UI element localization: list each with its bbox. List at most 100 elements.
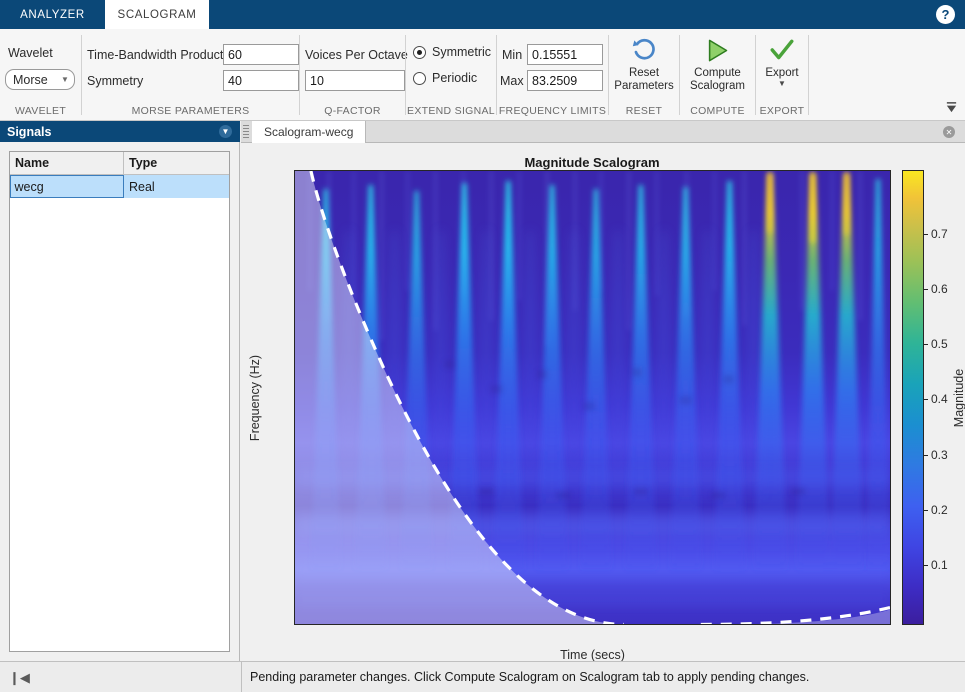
y-tick-minor <box>294 180 295 181</box>
close-icon[interactable]: ✕ <box>943 126 955 138</box>
y-tick-minor <box>294 480 295 481</box>
reset-parameters-button[interactable]: Reset Parameters <box>609 33 679 100</box>
wavelet-select[interactable]: Morse ▼ <box>5 69 75 90</box>
status-bar: ❙◀ Pending parameter changes. Click Comp… <box>0 661 965 692</box>
ribbon-section-q-factor: Voices Per Octave 10 Q-FACTOR <box>300 29 408 121</box>
compute-scalogram-button[interactable]: Compute Scalogram <box>680 33 755 100</box>
colorbar-tick-label: 0.2 <box>931 502 948 517</box>
y-tick-minor <box>294 237 295 238</box>
y-tick-minor <box>294 391 295 392</box>
colorbar-title: Magnitude <box>952 368 965 427</box>
y-tick-major <box>294 335 295 336</box>
freq-max-label: Max <box>500 74 524 88</box>
plot-title: Magnitude Scalogram <box>524 155 660 170</box>
voices-per-octave-input[interactable]: 10 <box>305 70 405 91</box>
column-header-type: Type <box>129 156 158 170</box>
signal-name-cell: wecg <box>10 175 124 198</box>
tab-scalogram[interactable]: SCALOGRAM <box>105 0 209 29</box>
colorbar-tick <box>923 288 928 290</box>
x-tick <box>297 624 298 625</box>
chevron-down-icon: ▼ <box>778 79 786 88</box>
freq-max-value: 83.2509 <box>532 73 578 88</box>
radio-unselected-icon <box>413 71 426 85</box>
green-check-icon <box>769 35 795 65</box>
signals-panel-header: Signals ▼ <box>0 121 240 142</box>
drag-grip-icon[interactable] <box>243 125 249 139</box>
document-tab-bar: Scalogram-wecg ✕ <box>241 121 965 143</box>
ribbon-section-extend-signal: Symmetric Periodic EXTEND SIGNAL <box>406 29 496 121</box>
colorbar-tick <box>923 454 928 456</box>
ribbon-section-compute: Compute Scalogram COMPUTE <box>680 29 755 121</box>
y-axis-title: Frequency (Hz) <box>248 354 263 441</box>
wavelet-section-label: WAVELET <box>14 105 67 117</box>
reset-section-label: RESET <box>625 105 663 117</box>
freq-max-input[interactable]: 83.2509 <box>527 70 603 91</box>
scalogram-axes[interactable]: 101 100 <box>294 170 891 625</box>
colorbar-tick-label: 0.1 <box>931 558 948 573</box>
colorbar-tick <box>923 565 928 567</box>
ribbon-divider <box>808 35 809 115</box>
voices-per-octave-label: Voices Per Octave <box>305 48 408 62</box>
x-tick <box>610 624 611 625</box>
document-area: Scalogram-wecg ✕ Magnitude Scalogram Fre… <box>241 121 965 662</box>
collapse-ribbon-icon[interactable] <box>944 101 959 117</box>
y-tick-minor <box>294 274 295 275</box>
colorbar-tick-label: 0.7 <box>931 226 948 241</box>
document-tab-scalogram-wecg[interactable]: Scalogram-wecg <box>252 121 367 143</box>
colorbar-tick-label: 0.6 <box>931 281 948 296</box>
wavelet-field-label: Wavelet <box>8 46 53 60</box>
y-tick-minor <box>294 577 295 578</box>
export-button[interactable]: Export ▼ <box>756 33 808 100</box>
x-tick <box>402 624 403 625</box>
y-tick-minor <box>294 610 295 611</box>
radio-periodic[interactable]: Periodic <box>413 71 477 85</box>
ribbon-section-export: Export ▼ EXPORT <box>756 29 808 121</box>
collapse-panel-icon[interactable]: ❙◀ <box>9 670 30 686</box>
radio-selected-icon <box>413 45 426 59</box>
document-tab-label: Scalogram-wecg <box>264 125 354 139</box>
radio-symmetric-label: Symmetric <box>432 45 492 59</box>
tab-scalogram-label: SCALOGRAM <box>117 8 197 21</box>
ribbon-section-frequency-limits: Min 0.15551 Max 83.2509 FREQUENCY LIMITS <box>497 29 608 121</box>
colorbar-tick <box>923 344 928 346</box>
y-tick-minor <box>294 323 295 324</box>
frequency-limits-section-label: FREQUENCY LIMITS <box>498 105 607 117</box>
voices-per-octave-value: 10 <box>310 73 324 88</box>
y-tick-minor <box>294 513 295 514</box>
freq-min-input[interactable]: 0.15551 <box>527 44 603 65</box>
signals-table: Name Type wecg Real <box>9 151 230 652</box>
colorbar-tick <box>923 399 928 401</box>
scalogram-plot: Magnitude Scalogram Frequency (Hz) Time … <box>241 143 965 662</box>
colorbar-tick <box>923 509 928 511</box>
ribbon-tab-strip: ANALYZER SCALOGRAM ? <box>0 0 965 29</box>
symmetry-input[interactable]: 40 <box>223 70 299 91</box>
y-tick-minor <box>294 288 295 289</box>
table-row[interactable]: wecg Real <box>10 175 229 198</box>
colorbar-tick-label: 0.5 <box>931 337 948 352</box>
y-tick-minor <box>294 312 295 313</box>
time-bandwidth-input[interactable]: 60 <box>223 44 299 65</box>
radio-periodic-label: Periodic <box>432 71 478 85</box>
y-tick-minor <box>294 213 295 214</box>
freq-min-value: 0.15551 <box>532 47 578 62</box>
tab-analyzer[interactable]: ANALYZER <box>0 0 105 29</box>
compute-scalogram-label: Compute Scalogram <box>690 67 745 92</box>
morse-section-label: MORSE PARAMETERS <box>131 105 250 117</box>
wavelet-analyzer-window: ANALYZER SCALOGRAM ? Wavelet Morse ▼ WAV… <box>0 0 965 692</box>
symmetry-value: 40 <box>228 73 242 88</box>
help-icon[interactable]: ? <box>936 5 955 24</box>
q-factor-section-label: Q-FACTOR <box>324 105 381 117</box>
colorbar-tick <box>923 233 928 235</box>
ribbon-section-morse-parameters: Time-Bandwidth Product 60 Symmetry 40 MO… <box>82 29 299 121</box>
status-message: Pending parameter changes. Click Compute… <box>250 670 810 684</box>
y-tick-minor <box>294 301 295 302</box>
x-axis-title: Time (secs) <box>560 648 625 662</box>
signals-panel: Signals ▼ Name Type wecg Real <box>0 121 240 661</box>
radio-symmetric[interactable]: Symmetric <box>413 45 491 59</box>
chevron-down-icon: ▼ <box>61 75 69 84</box>
cone-of-influence-line <box>309 171 890 624</box>
panel-collapse-icon[interactable]: ▼ <box>219 125 232 138</box>
extend-signal-section-label: EXTEND SIGNAL <box>407 105 495 117</box>
signals-panel-title: Signals <box>7 124 52 139</box>
play-triangle-icon <box>704 35 731 65</box>
